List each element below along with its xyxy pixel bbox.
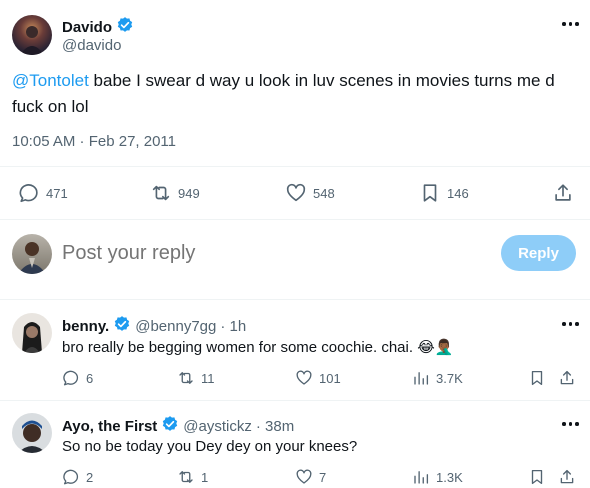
divider (0, 299, 590, 300)
reply-icon (63, 370, 79, 386)
reply-button[interactable]: 6 (62, 369, 93, 387)
retweet-count: 11 (201, 370, 215, 386)
verified-badge-icon (116, 16, 134, 39)
author-avatar[interactable] (12, 15, 52, 55)
like-count: 548 (313, 185, 335, 201)
heart-icon (296, 370, 312, 385)
retweet-button[interactable]: 11 (177, 369, 215, 387)
retweet-icon (179, 471, 193, 483)
bookmark-icon (531, 469, 543, 485)
heart-icon (286, 183, 306, 202)
bookmark-icon (531, 370, 543, 386)
bookmark-button[interactable] (528, 369, 546, 387)
reply-author-name[interactable]: Ayo, the First (62, 418, 157, 435)
reply-count: 471 (46, 185, 68, 201)
retweet-icon (152, 185, 170, 201)
reply-count: 6 (86, 370, 94, 386)
reply-time[interactable]: · 38m (256, 418, 294, 435)
retweet-icon (179, 372, 193, 384)
more-options-icon[interactable] (562, 322, 579, 326)
reply-text: bro really be begging women for some coo… (62, 339, 454, 356)
retweet-count: 949 (178, 185, 200, 201)
tweet-body: babe I swear d way u look in luv scenes … (12, 71, 555, 116)
reply-text: So no be today you Dey dey on your knees… (62, 438, 358, 455)
reply-button[interactable]: 471 (18, 182, 68, 204)
views-button[interactable]: 3.7K (412, 369, 463, 387)
share-button[interactable] (552, 182, 574, 204)
reply-input[interactable] (62, 240, 482, 266)
reply-time[interactable]: · 1h (220, 318, 246, 335)
share-icon (555, 184, 571, 201)
share-button[interactable] (558, 369, 576, 387)
views-chart-icon (414, 471, 429, 484)
current-user-avatar[interactable] (12, 234, 52, 274)
retweet-button[interactable]: 1 (177, 468, 208, 486)
reply-author-handle[interactable]: @benny7gg (135, 318, 216, 335)
author-handle[interactable]: @davido (62, 37, 121, 54)
reply-button[interactable]: 2 (62, 468, 93, 486)
bookmark-button[interactable]: 146 (419, 182, 469, 204)
mention-link[interactable]: @Tontolet (12, 71, 89, 90)
bookmark-count: 146 (447, 185, 469, 201)
share-button[interactable] (558, 468, 576, 486)
reply-submit-button[interactable]: Reply (501, 235, 576, 271)
reply-submit-label: Reply (518, 244, 559, 262)
divider (0, 219, 590, 220)
like-count: 7 (319, 469, 327, 485)
divider (0, 400, 590, 401)
share-icon (560, 469, 574, 484)
bookmark-icon (423, 184, 437, 202)
verified-badge-icon (161, 415, 179, 437)
view-count: 3.7K (436, 370, 463, 386)
reply-author-handle[interactable]: @aystickz (183, 418, 252, 435)
divider (0, 166, 590, 167)
like-button[interactable]: 101 (295, 369, 341, 387)
views-button[interactable]: 1.3K (412, 468, 463, 486)
share-icon (560, 370, 574, 385)
like-count: 101 (319, 370, 341, 386)
tweet-text: @Tontolet babe I swear d way u look in l… (12, 68, 578, 120)
reply-avatar[interactable] (12, 313, 52, 353)
reply-count: 2 (86, 469, 94, 485)
like-button[interactable]: 7 (295, 468, 326, 486)
views-chart-icon (414, 372, 429, 385)
more-options-icon[interactable] (562, 22, 579, 26)
bookmark-button[interactable] (528, 468, 546, 486)
reply-avatar[interactable] (12, 413, 52, 453)
reply-icon (63, 469, 79, 485)
retweet-button[interactable]: 949 (150, 182, 200, 204)
retweet-count: 1 (201, 469, 209, 485)
heart-icon (296, 469, 312, 484)
verified-badge-icon (113, 315, 131, 337)
view-count: 1.3K (436, 469, 463, 485)
like-button[interactable]: 548 (285, 182, 335, 204)
reply-icon (19, 184, 38, 203)
tweet-timestamp[interactable]: 10:05 AM · Feb 27, 2011 (12, 133, 176, 150)
reply-author-name[interactable]: benny. (62, 318, 109, 335)
author-name[interactable]: Davido (62, 19, 112, 36)
more-options-icon[interactable] (562, 422, 579, 426)
